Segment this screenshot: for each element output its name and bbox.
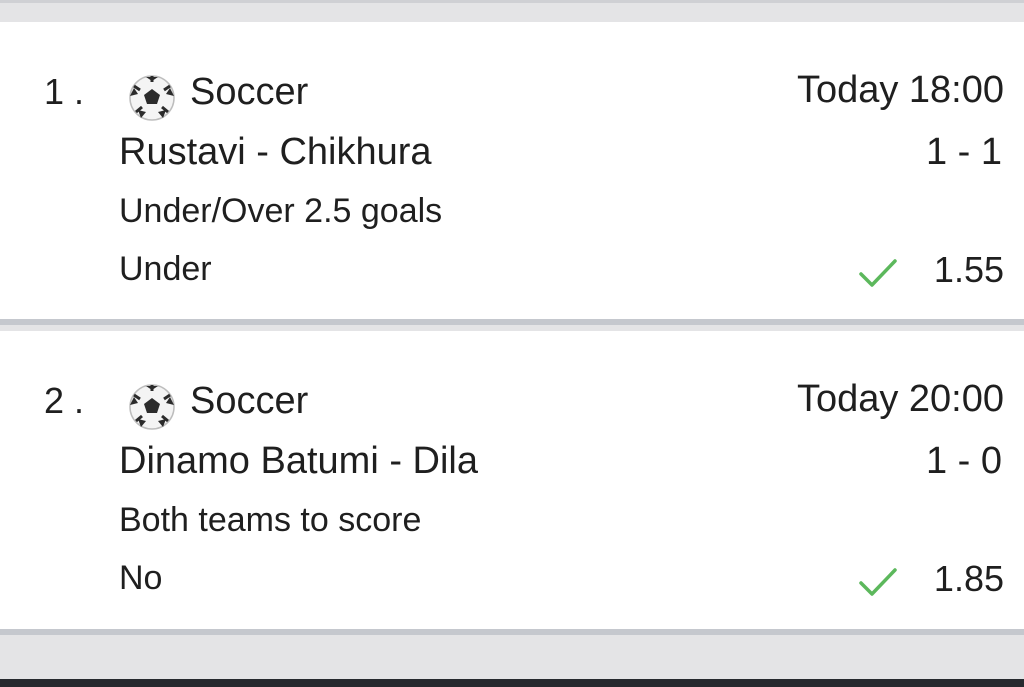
top-divider: [0, 0, 1024, 22]
market-name: Under/Over 2.5 goals: [119, 192, 443, 230]
market-name: Both teams to score: [119, 501, 422, 539]
selection: No: [119, 559, 163, 597]
bottom-spacer: [0, 641, 1024, 679]
match-score: 1 - 0: [925, 440, 1002, 482]
odds-value: 1.55: [933, 249, 1004, 290]
odds-value: 1.85: [933, 558, 1004, 599]
match-name: Rustavi - Chikhura: [119, 131, 432, 173]
soccer-ball-icon: [129, 384, 175, 430]
sport-label: Soccer: [190, 380, 309, 422]
event-time: Today 20:00: [796, 378, 1004, 420]
bet-index: 2 .: [44, 380, 85, 421]
sport-label: Soccer: [190, 71, 309, 113]
bet-card[interactable]: 2 . Soccer Today 20:00 Dinamo Batumi - D…: [0, 331, 1024, 635]
soccer-ball-icon: [129, 75, 175, 121]
bet-index: 1 .: [44, 71, 85, 112]
check-icon: [859, 259, 897, 287]
bottom-bar: [0, 679, 1024, 687]
selection: Under: [119, 250, 212, 288]
match-name: Dinamo Batumi - Dila: [119, 440, 478, 482]
check-icon: [859, 568, 897, 596]
event-time: Today 18:00: [796, 69, 1004, 111]
bet-card[interactable]: 1 . Soccer Today 18:00 Rustavi - Chikhur…: [0, 22, 1024, 325]
match-score: 1 - 1: [925, 131, 1002, 173]
